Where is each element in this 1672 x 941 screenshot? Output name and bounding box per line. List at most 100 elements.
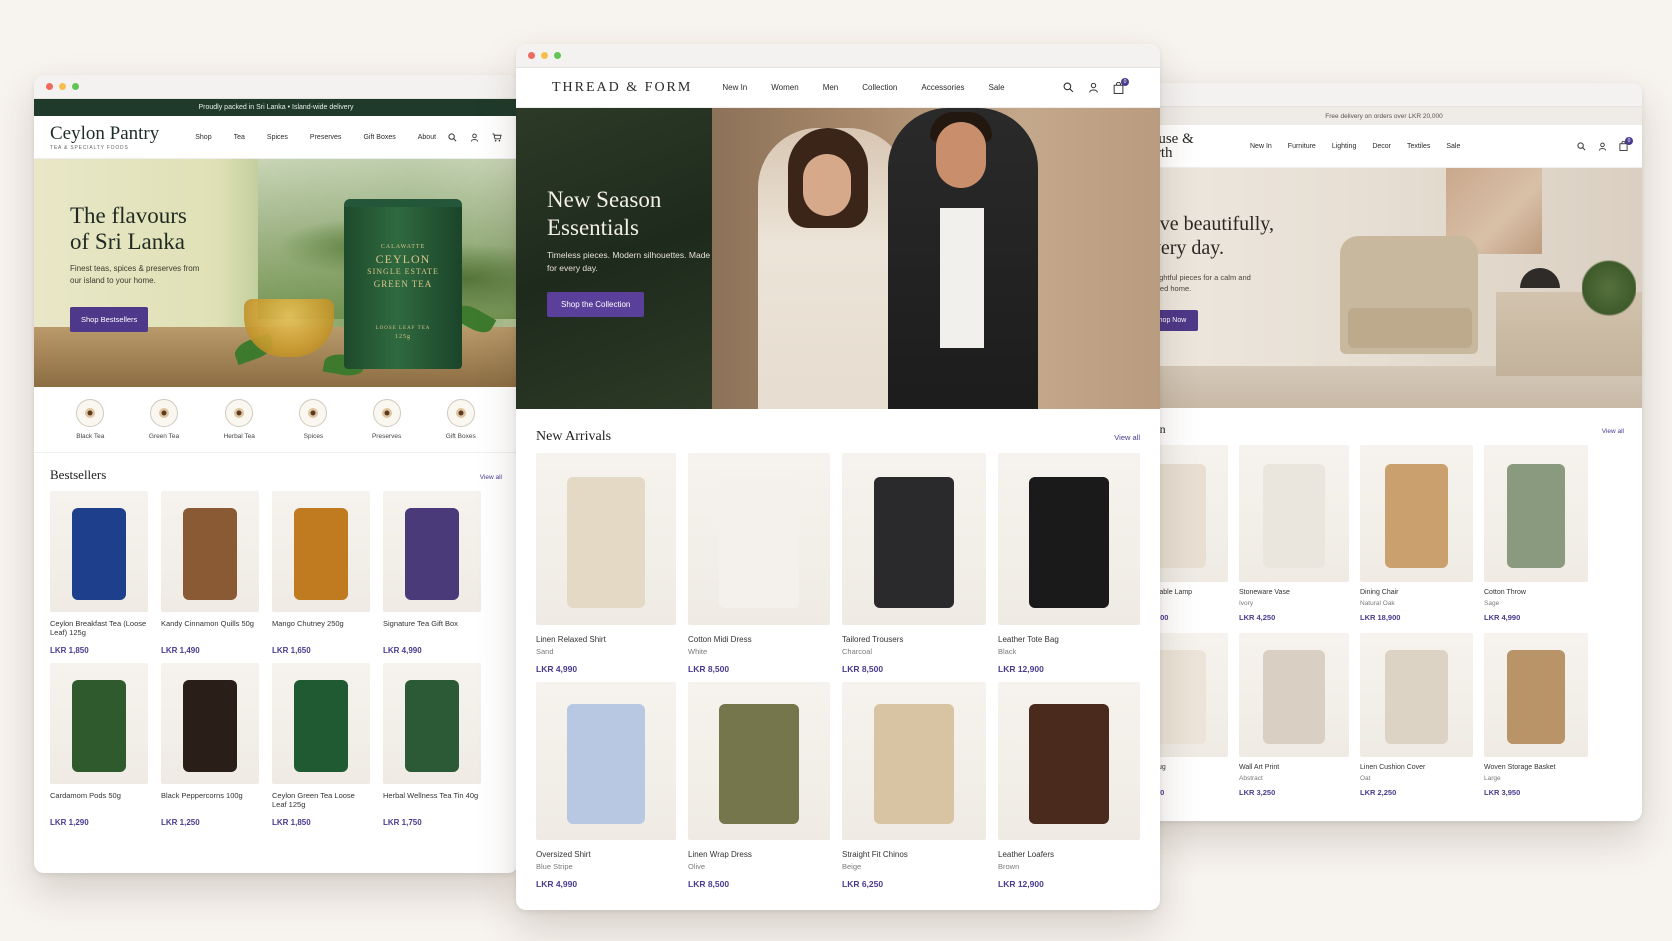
- nav-tea[interactable]: Tea: [234, 134, 245, 141]
- product-image[interactable]: [50, 663, 148, 784]
- maximize-window-button[interactable]: [72, 83, 79, 90]
- product-image[interactable]: [536, 682, 676, 840]
- nav-new-in[interactable]: New In: [722, 83, 747, 92]
- search-icon[interactable]: [1577, 141, 1586, 151]
- nav-about[interactable]: About: [418, 134, 436, 141]
- cart-icon[interactable]: [492, 132, 502, 142]
- product-card[interactable]: Ceylon Green Tea Loose Leaf 125g LKR 1,85…: [272, 663, 370, 835]
- nav-men[interactable]: Men: [823, 83, 839, 92]
- product-image[interactable]: [383, 663, 481, 784]
- nav-accessories[interactable]: Accessories: [921, 83, 964, 92]
- search-icon[interactable]: [448, 132, 457, 142]
- product-image[interactable]: [998, 682, 1140, 840]
- product-card[interactable]: Dining Chair Natural Oak LKR 18,900: [1360, 445, 1473, 633]
- product-image[interactable]: [1484, 445, 1588, 582]
- product-card[interactable]: Leather Loafers Brown LKR 12,900: [998, 682, 1140, 897]
- view-all-link[interactable]: View all: [1114, 433, 1140, 442]
- search-icon[interactable]: [1063, 82, 1074, 94]
- product-card[interactable]: Wall Art Print Abstract LKR 3,250: [1239, 632, 1349, 808]
- product-image[interactable]: [50, 491, 148, 612]
- product-image[interactable]: [842, 682, 986, 840]
- shop-bestsellers-button[interactable]: Shop Bestsellers: [70, 307, 149, 332]
- category-item[interactable]: Herbal Tea: [224, 399, 255, 440]
- nav-decor[interactable]: Decor: [1372, 143, 1391, 150]
- nav-preserves[interactable]: Preserves: [310, 134, 342, 141]
- product-card[interactable]: Herbal Wellness Tea Tin 40g LKR 1,750: [383, 663, 481, 835]
- product-price: LKR 1,290: [50, 818, 89, 827]
- nav-gift-boxes[interactable]: Gift Boxes: [363, 134, 395, 141]
- user-icon[interactable]: [470, 133, 479, 142]
- product-image[interactable]: [842, 453, 986, 625]
- product-image[interactable]: [1484, 632, 1588, 757]
- nav-shop[interactable]: Shop: [195, 134, 211, 141]
- product-card[interactable]: Straight Fit Chinos Beige LKR 6,250: [842, 682, 986, 897]
- product-image[interactable]: [272, 491, 370, 612]
- nav-furniture[interactable]: Furniture: [1288, 143, 1316, 150]
- product-card[interactable]: Signature Tea Gift Box LKR 4,990: [383, 491, 481, 663]
- nav-spices[interactable]: Spices: [267, 134, 288, 141]
- product-image[interactable]: [688, 682, 830, 840]
- product-variant: Beige: [842, 862, 862, 871]
- product-card[interactable]: Oversized Shirt Blue Stripe LKR 4,990: [536, 682, 676, 897]
- nav-women[interactable]: Women: [771, 83, 798, 92]
- product-image[interactable]: [1360, 632, 1473, 757]
- product-card[interactable]: Tailored Trousers Charcoal LKR 8,500: [842, 453, 986, 682]
- nav-sale[interactable]: Sale: [989, 83, 1005, 92]
- shop-collection-button[interactable]: Shop the Collection: [547, 292, 645, 317]
- category-item[interactable]: Green Tea: [149, 399, 179, 440]
- site-logo[interactable]: Ceylon Pantry TEA & SPECIALTY FOODS: [50, 124, 159, 151]
- product-image[interactable]: [1239, 632, 1349, 757]
- shopping-bag-icon[interactable]: 0: [1113, 77, 1129, 94]
- product-image[interactable]: [161, 663, 259, 784]
- product-image[interactable]: [161, 491, 259, 612]
- product-image[interactable]: [1239, 445, 1349, 582]
- product-card[interactable]: Linen Relaxed Shirt Sand LKR 4,990: [536, 453, 676, 682]
- product-photo: [1263, 650, 1325, 745]
- product-card[interactable]: Cotton Midi Dress White LKR 8,500: [688, 453, 830, 682]
- product-image[interactable]: [1360, 445, 1473, 582]
- product-card[interactable]: Ceylon Breakfast Tea (Loose Leaf) 125g LK…: [50, 491, 148, 663]
- view-all-link[interactable]: View all: [1602, 428, 1624, 435]
- product-card[interactable]: Cotton Throw Sage LKR 4,990: [1484, 445, 1588, 633]
- close-window-button[interactable]: [46, 83, 53, 90]
- user-icon[interactable]: [1598, 141, 1607, 151]
- nav-sale[interactable]: Sale: [1446, 143, 1460, 150]
- product-price: LKR 1,750: [383, 818, 422, 827]
- product-image[interactable]: [272, 663, 370, 784]
- nav-lighting[interactable]: Lighting: [1332, 143, 1357, 150]
- nav-textiles[interactable]: Textiles: [1407, 143, 1430, 150]
- minimize-window-button[interactable]: [541, 52, 548, 59]
- category-item[interactable]: Gift Boxes: [446, 399, 476, 440]
- nav-new-in[interactable]: New In: [1250, 143, 1272, 150]
- product-image[interactable]: [383, 491, 481, 612]
- maximize-window-button[interactable]: [554, 52, 561, 59]
- shopping-bag-icon[interactable]: 0: [1619, 137, 1633, 151]
- close-window-button[interactable]: [528, 52, 535, 59]
- potted-plant-image: [1582, 258, 1636, 318]
- view-all-link[interactable]: View all: [480, 474, 502, 481]
- product-card[interactable]: Black Peppercorns 100g LKR 1,250: [161, 663, 259, 835]
- site-logo[interactable]: THREAD & FORM: [552, 80, 692, 96]
- product-image[interactable]: [688, 453, 830, 625]
- product-card[interactable]: Linen Cushion Cover Oat LKR 2,250: [1360, 632, 1473, 808]
- product-image[interactable]: [536, 453, 676, 625]
- product-image[interactable]: [998, 453, 1140, 625]
- product-card[interactable]: Linen Wrap Dress Olive LKR 8,500: [688, 682, 830, 897]
- category-item[interactable]: Spices: [299, 399, 328, 440]
- product-card[interactable]: Stoneware Vase Ivory LKR 4,250: [1239, 445, 1349, 633]
- product-card[interactable]: Woven Storage Basket Large LKR 3,950: [1484, 632, 1588, 808]
- minimize-window-button[interactable]: [59, 83, 66, 90]
- category-item[interactable]: Preserves: [372, 399, 401, 440]
- category-label: Spices: [303, 433, 324, 440]
- product-card[interactable]: Cardamom Pods 50g LKR 1,290: [50, 663, 148, 835]
- user-icon[interactable]: [1088, 82, 1099, 94]
- product-card[interactable]: Mango Chutney 250g LKR 1,650: [272, 491, 370, 663]
- product-variant: Abstract: [1239, 774, 1263, 782]
- category-item[interactable]: Black Tea: [76, 399, 104, 440]
- nav-collection[interactable]: Collection: [862, 83, 897, 92]
- product-card[interactable]: Kandy Cinnamon Quills 50g LKR 1,490: [161, 491, 259, 663]
- product-card[interactable]: Leather Tote Bag Black LKR 12,900: [998, 453, 1140, 682]
- product-name: Linen Wrap Dress: [688, 850, 752, 859]
- product-photo: [1384, 464, 1449, 569]
- product-photo: [71, 507, 127, 600]
